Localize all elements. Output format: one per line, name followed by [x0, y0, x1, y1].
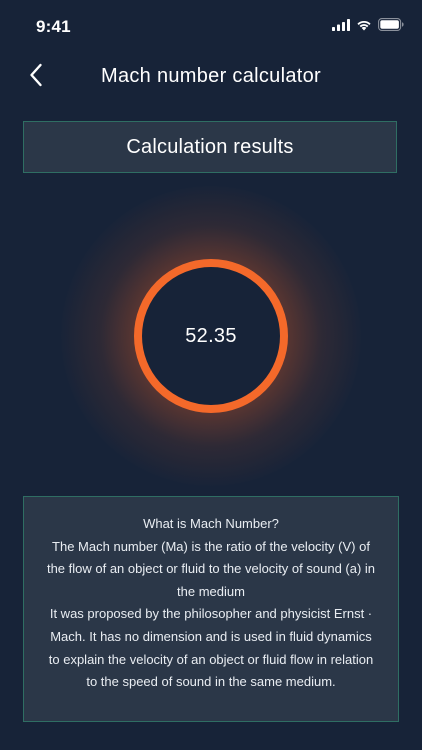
- status-icons: [332, 18, 404, 31]
- info-title: What is Mach Number?: [143, 516, 279, 531]
- nav-bar: Mach number calculator: [0, 52, 422, 102]
- status-bar: 9:41: [0, 0, 422, 50]
- cellular-signal-icon: [332, 18, 350, 31]
- battery-icon: [378, 18, 404, 31]
- wifi-icon: [356, 19, 372, 31]
- info-paragraph-definition: The Mach number (Ma) is the ratio of the…: [46, 538, 376, 599]
- info-panel: What is Mach Number? The Mach number (Ma…: [23, 496, 399, 722]
- info-paragraph-history: It was proposed by the philosopher and p…: [48, 606, 374, 690]
- page-title: Mach number calculator: [100, 65, 322, 87]
- result-ring: 52.35: [134, 259, 288, 413]
- result-value: 52.35: [185, 324, 237, 347]
- status-time: 9:41: [36, 17, 71, 36]
- results-header: Calculation results: [23, 121, 397, 173]
